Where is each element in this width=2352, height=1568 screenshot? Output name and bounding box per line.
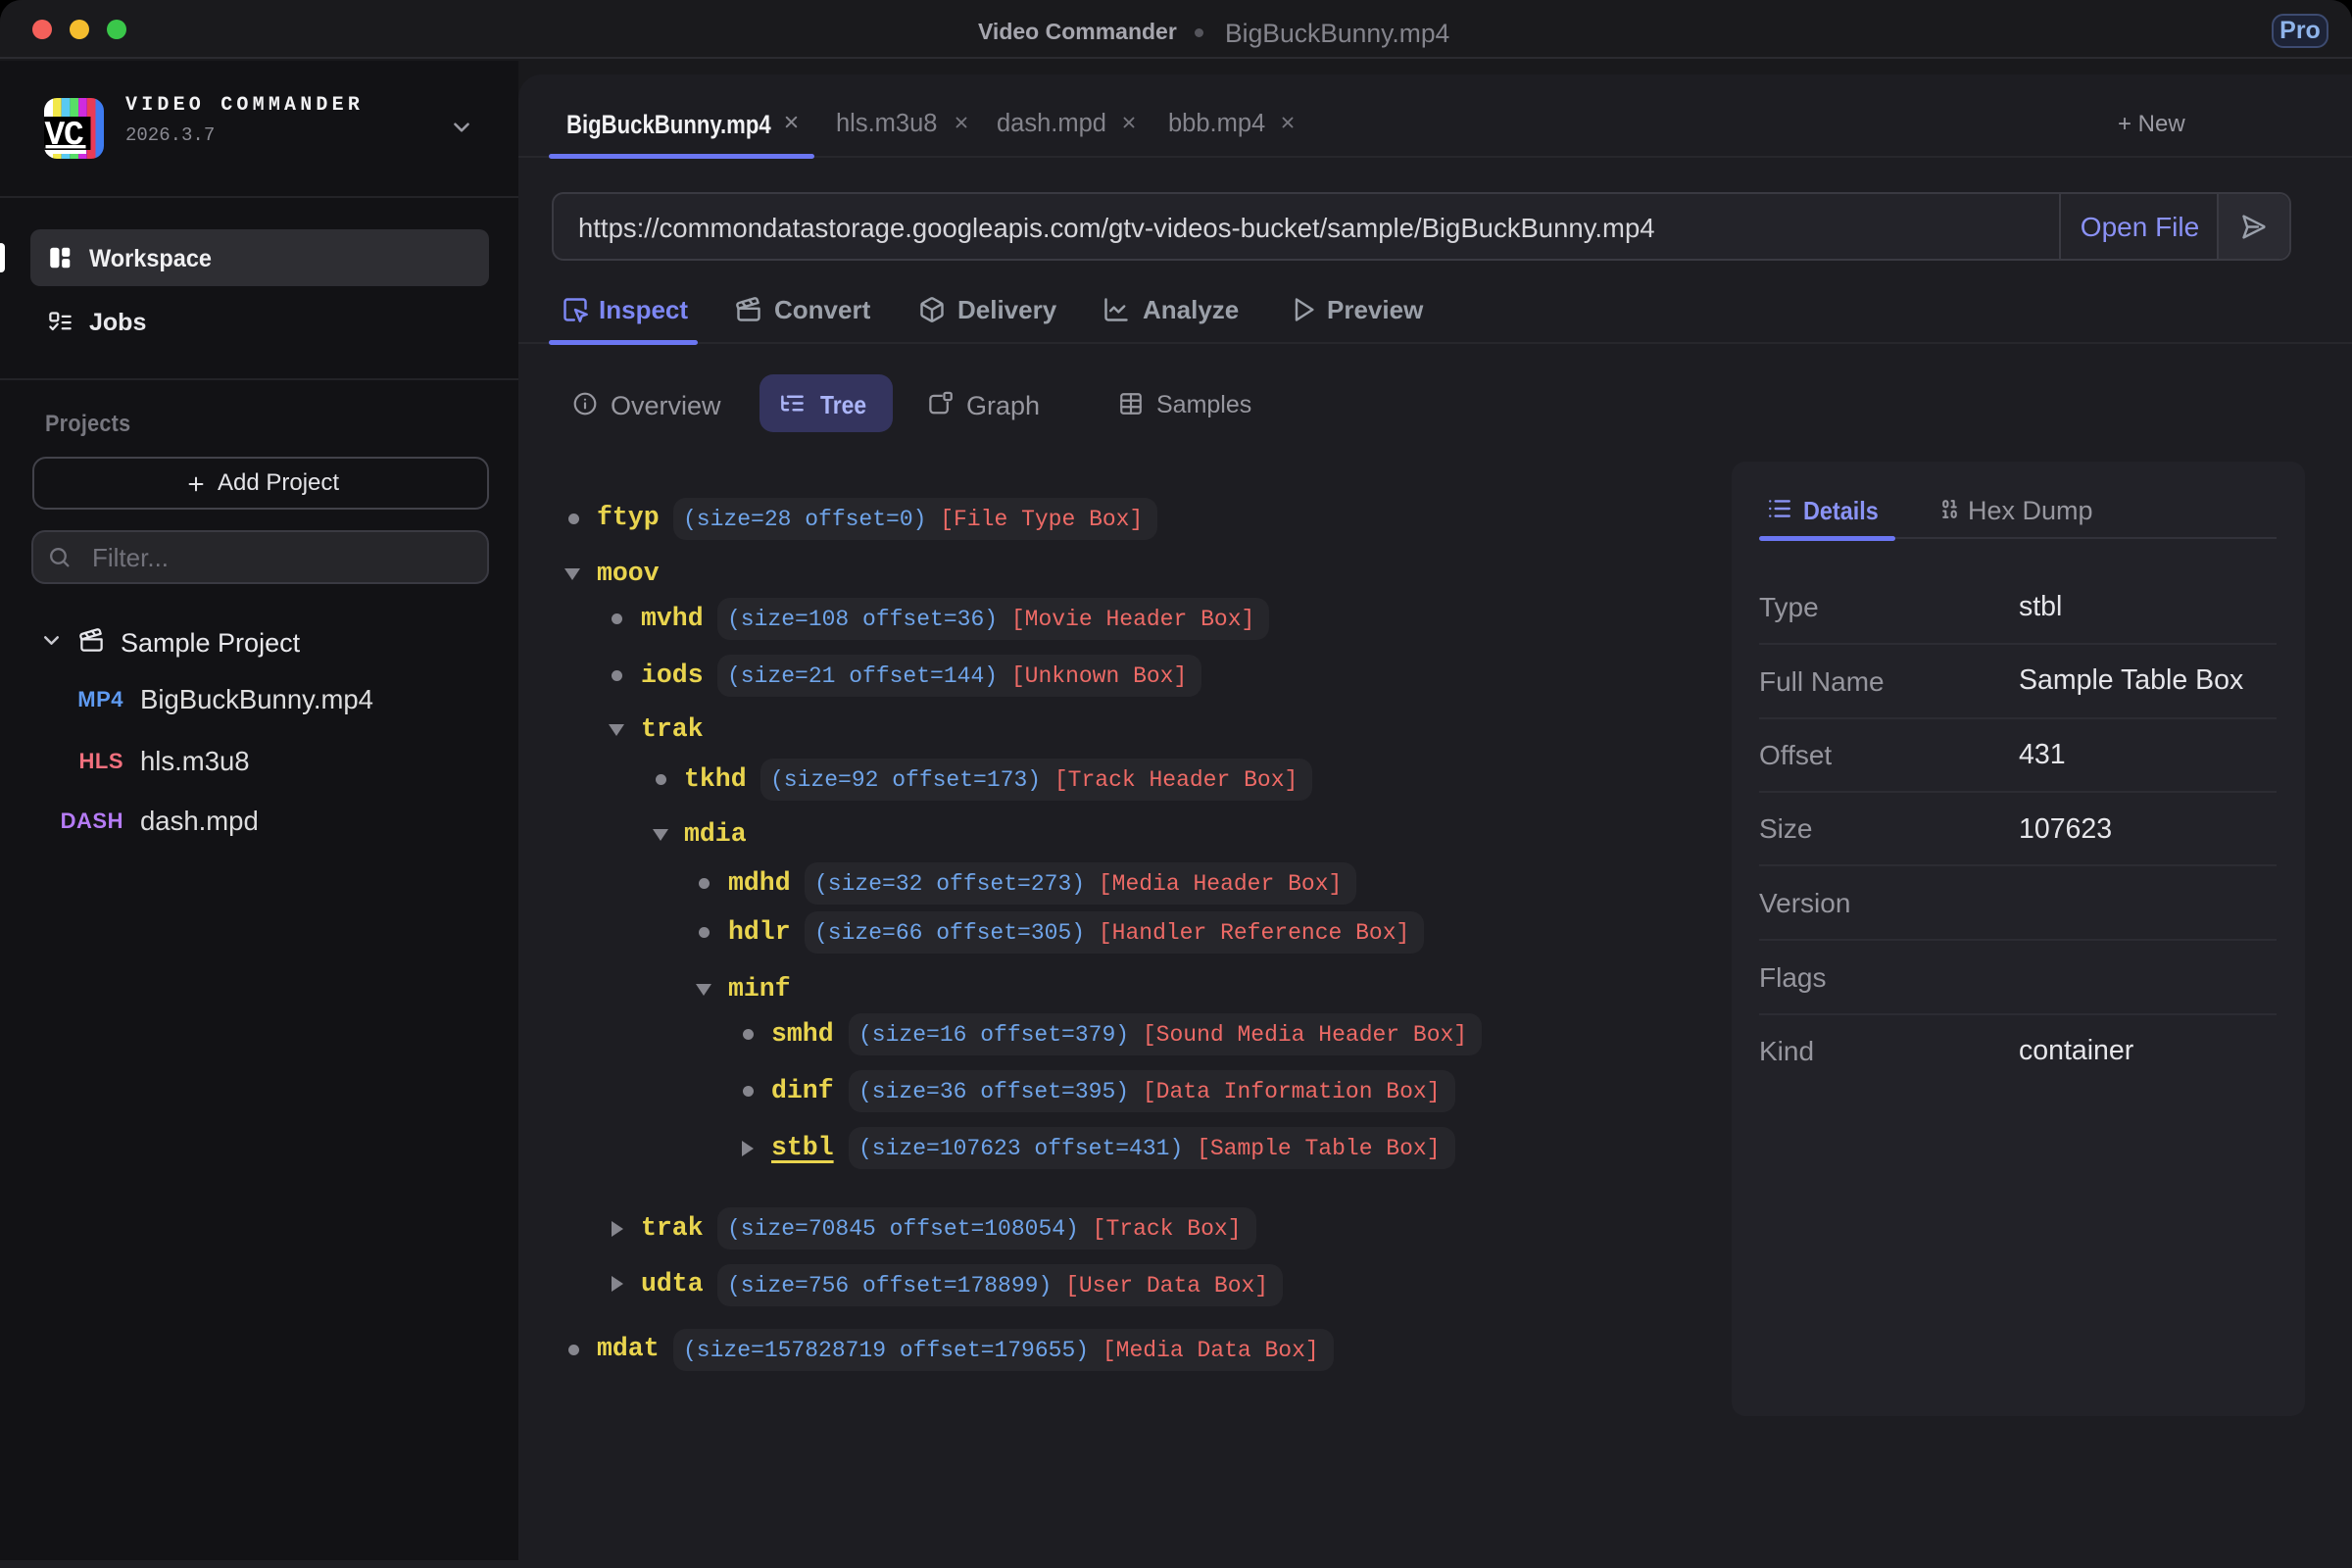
svg-text:VC: VC [44,117,83,155]
